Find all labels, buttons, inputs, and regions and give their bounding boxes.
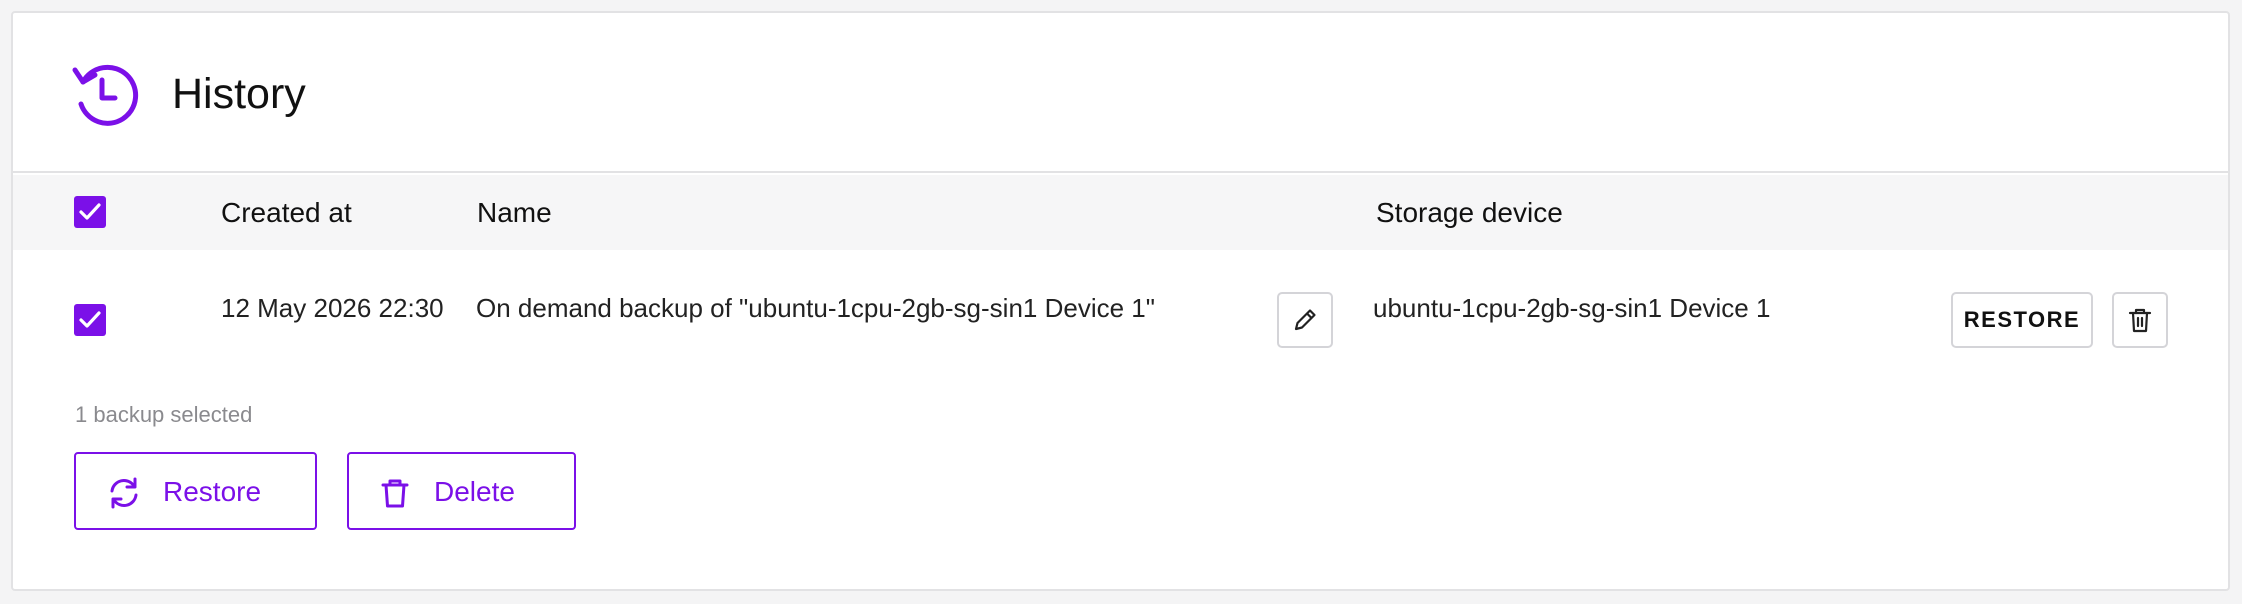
- edit-name-button[interactable]: [1277, 292, 1333, 348]
- backup-name-cell: On demand backup of "ubuntu-1cpu-2gb-sg-…: [476, 293, 1155, 323]
- bulk-delete-button[interactable]: Delete: [347, 452, 576, 530]
- column-header-storage-device[interactable]: Storage device: [1376, 193, 1563, 233]
- bulk-delete-label: Delete: [434, 476, 515, 507]
- bulk-restore-button[interactable]: Restore: [74, 452, 317, 530]
- trash-icon: [381, 479, 409, 508]
- row-restore-button[interactable]: RESTORE: [1951, 292, 2093, 348]
- history-icon: [72, 64, 139, 126]
- page-title: History: [172, 70, 306, 118]
- history-card: History Created at Name Storage device 1…: [11, 11, 2230, 591]
- storage-device-cell: ubuntu-1cpu-2gb-sg-sin1 Device 1: [1373, 293, 1771, 323]
- trash-icon: [2128, 308, 2152, 333]
- check-icon: [79, 203, 101, 220]
- table-header: Created at Name Storage device: [13, 175, 2228, 250]
- selection-count: 1 backup selected: [75, 402, 253, 427]
- table-row: 12 May 2026 22:30 On demand backup of "u…: [13, 250, 2228, 370]
- column-header-name[interactable]: Name: [477, 193, 552, 233]
- pencil-icon: [1294, 309, 1316, 331]
- created-at-cell: 12 May 2026 22:30: [221, 293, 444, 323]
- bulk-restore-label: Restore: [163, 476, 262, 507]
- row-delete-button[interactable]: [2112, 292, 2168, 348]
- refresh-icon: [110, 477, 138, 509]
- select-all-checkbox[interactable]: [74, 196, 106, 228]
- card-header: History: [13, 13, 2228, 173]
- check-icon: [79, 311, 101, 328]
- row-checkbox[interactable]: [74, 304, 106, 336]
- column-header-created-at[interactable]: Created at: [221, 193, 352, 233]
